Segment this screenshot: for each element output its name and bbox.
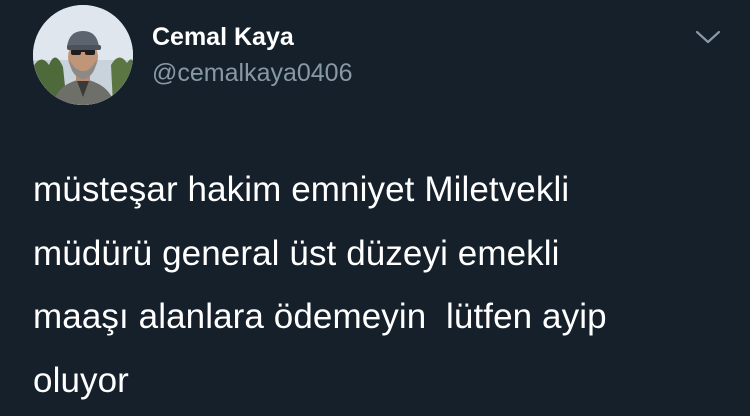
tweet-card: Cemal Kaya @cemalkaya0406 müsteşar hakim… [0, 0, 750, 416]
chevron-down-icon [695, 30, 721, 44]
user-handle[interactable]: @cemalkaya0406 [152, 58, 353, 88]
display-name[interactable]: Cemal Kaya [152, 22, 294, 52]
profile-photo-icon [33, 5, 133, 105]
avatar[interactable] [33, 5, 133, 105]
tweet-text: müsteşar hakim emniyet Miletvekli müdürü… [33, 170, 607, 400]
tweet-menu-button[interactable] [693, 26, 723, 48]
